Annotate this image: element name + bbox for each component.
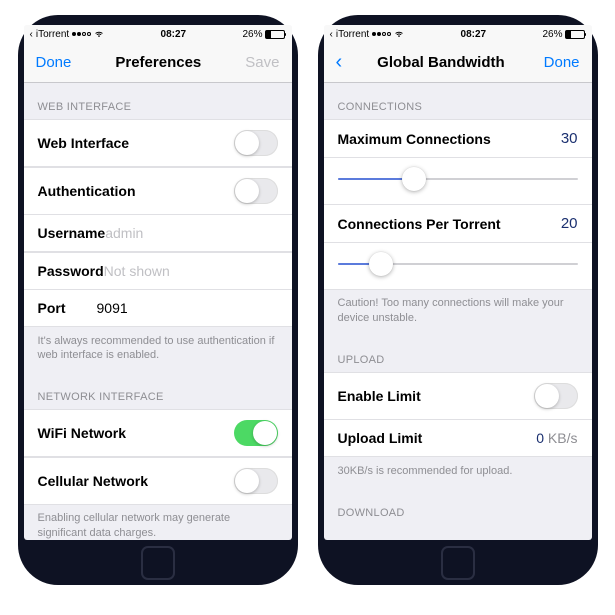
wifi-icon [394,29,404,39]
toggle-web-interface[interactable] [234,130,278,156]
row-upload-limit: Upload Limit 0 KB/s [324,419,592,457]
label-username: Username [38,225,106,241]
page-title: Preferences [115,54,201,71]
label-max-connections: Maximum Connections [338,131,491,147]
row-wifi: WiFi Network [24,409,292,457]
slider-max-connections[interactable] [338,166,578,192]
slider-row-max [324,158,592,205]
carrier-text: iTorrent [336,29,369,40]
password-input[interactable] [104,263,285,279]
label-per-torrent: Connections Per Torrent [338,216,501,232]
section-header-connections: CONNECTIONS [324,83,592,119]
phone-right: ‹ iTorrent 08:27 26% ‹ Global Bandwidth … [318,15,598,585]
done-button[interactable]: Done [544,54,580,71]
row-username: Username [24,214,292,252]
toggle-enable-limit[interactable] [534,383,578,409]
label-cellular: Cellular Network [38,473,148,489]
footer-network: Enabling cellular network may generate s… [24,504,292,540]
screen-right: ‹ iTorrent 08:27 26% ‹ Global Bandwidth … [324,25,592,540]
signal-icon [72,32,91,36]
battery-pct: 26% [242,29,262,40]
screen-left: ‹ iTorrent 08:27 26% Done Preferences Sa… [24,25,292,540]
label-port: Port [38,300,97,316]
row-password: Password [24,252,292,290]
label-wifi: WiFi Network [38,425,127,441]
row-port: Port [24,289,292,327]
home-button[interactable] [441,546,475,580]
label-upload-limit: Upload Limit [338,430,423,446]
toggle-cellular[interactable] [234,468,278,494]
back-caret-icon: ‹ [30,29,33,40]
status-time: 08:27 [461,29,487,40]
toggle-authentication[interactable] [234,178,278,204]
done-button[interactable]: Done [36,54,72,71]
nav-bar: Done Preferences Save [24,43,292,83]
battery-icon [265,30,285,39]
back-caret-icon: ‹ [330,29,333,40]
wifi-icon [94,29,104,39]
row-enable-limit: Enable Limit [324,372,592,420]
footer-web: It's always recommended to use authentic… [24,327,292,374]
footer-connections: Caution! Too many connections will make … [324,289,592,336]
status-bar: ‹ iTorrent 08:27 26% [24,25,292,43]
section-header-web: WEB INTERFACE [24,83,292,119]
row-authentication: Authentication [24,167,292,215]
carrier-text: iTorrent [36,29,69,40]
battery-icon [565,30,585,39]
page-title: Global Bandwidth [377,54,505,71]
row-per-torrent: Connections Per Torrent 20 [324,204,592,243]
port-input[interactable] [97,300,278,316]
section-header-upload: UPLOAD [324,336,592,372]
footer-upload: 30KB/s is recommended for upload. [324,457,592,489]
row-cellular: Cellular Network [24,457,292,505]
phone-left: ‹ iTorrent 08:27 26% Done Preferences Sa… [18,15,298,585]
label-web-interface: Web Interface [38,135,130,151]
toggle-wifi[interactable] [234,420,278,446]
username-input[interactable] [105,225,286,241]
back-icon[interactable]: ‹ [336,51,343,74]
row-max-connections: Maximum Connections 30 [324,119,592,158]
content-left: WEB INTERFACE Web Interface Authenticati… [24,83,292,540]
home-button[interactable] [141,546,175,580]
slider-per-torrent[interactable] [338,251,578,277]
value-upload-limit: 0 KB/s [536,430,577,446]
nav-bar: ‹ Global Bandwidth Done [324,43,592,83]
signal-icon [372,32,391,36]
value-per-torrent: 20 [561,215,578,232]
row-web-interface: Web Interface [24,119,292,167]
section-header-network: NETWORK INTERFACE [24,373,292,409]
battery-pct: 26% [542,29,562,40]
label-password: Password [38,263,104,279]
section-header-download: DOWNLOAD [324,489,592,525]
save-button[interactable]: Save [245,54,279,71]
status-bar: ‹ iTorrent 08:27 26% [324,25,592,43]
label-enable-limit: Enable Limit [338,388,421,404]
value-max-connections: 30 [561,130,578,147]
content-right: CONNECTIONS Maximum Connections 30 Conne… [324,83,592,540]
status-time: 08:27 [161,29,187,40]
label-authentication: Authentication [38,183,136,199]
slider-row-per [324,243,592,290]
